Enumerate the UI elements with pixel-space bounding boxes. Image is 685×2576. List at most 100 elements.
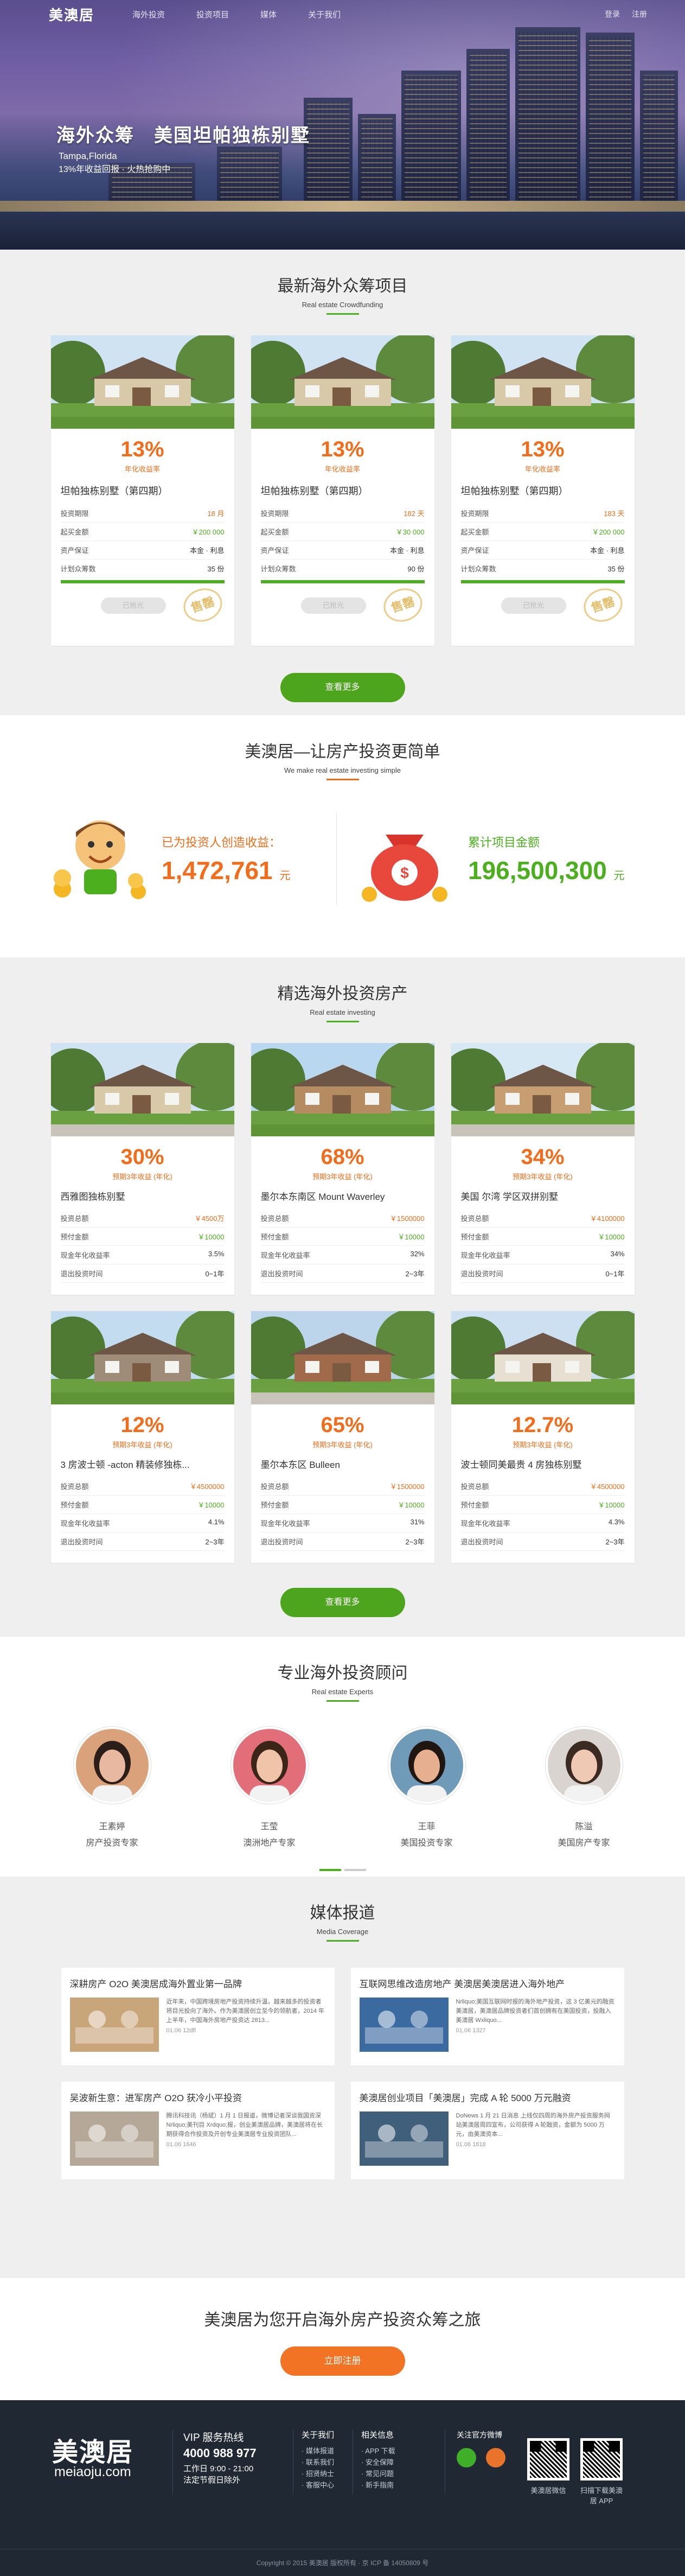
project-name[interactable]: 坦帕独栋别墅（第四期）	[461, 484, 625, 498]
view-more-button[interactable]: 查看更多	[280, 1588, 405, 1617]
property-image	[451, 1311, 635, 1404]
nav-item[interactable]: 媒体	[260, 9, 277, 20]
sold-out-button[interactable]: 已抢光	[100, 597, 166, 614]
main-nav: 海外投资 投资项目 媒体 关于我们	[132, 9, 341, 20]
crowdfunding-card[interactable]: 13% 年化收益率 坦帕独栋别墅（第四期） 投资期限 183 天起买金额 ￥200 000…	[451, 335, 635, 646]
property-name[interactable]: 西雅图独栋别墅	[61, 1189, 225, 1203]
project-detail-row: 计划众筹数 35 份	[60, 559, 225, 578]
expert-role: 房产投资专家	[86, 1839, 138, 1848]
project-name[interactable]: 坦帕独栋别墅（第四期）	[261, 484, 425, 498]
view-more-button[interactable]: 查看更多	[280, 673, 405, 702]
expert-role: 澳洲地产专家	[243, 1839, 296, 1848]
avatar	[545, 1727, 623, 1804]
crowdfunding-card[interactable]: 13% 年化收益率 坦帕独栋别墅（第四期） 投资期限 182 天起买金额 ￥30 000 资…	[251, 335, 434, 646]
property-card[interactable]: 12.7% 预期3年收益 (年化) 波士顿同美最贵 4 房独栋别墅 投资总额 ￥4500…	[451, 1311, 635, 1563]
news-title[interactable]: 深耕房产 O2O 美澳居成海外置业第一品牌	[70, 1976, 326, 1990]
expert-name: 王素婷	[99, 1822, 125, 1831]
stats-section: 美澳居—让房产投资更简单 We make real estate investi…	[0, 715, 685, 957]
nav-item[interactable]: 关于我们	[308, 9, 341, 20]
property-detail-row: 退出投资时间 2~3年	[460, 1532, 625, 1551]
news-card[interactable]: 深耕房产 O2O 美澳居成海外置业第一品牌近年来，中国跨境房地产投资持续升温，越…	[61, 1968, 335, 2065]
avatar	[388, 1727, 465, 1804]
section-subtitle: We make real estate investing simple	[284, 766, 401, 774]
return-rate-label: 年化收益率	[524, 465, 560, 473]
wechat-icon[interactable]	[457, 2448, 476, 2467]
property-name[interactable]: 波士顿同美最贵 4 房独栋别墅	[461, 1457, 625, 1471]
property-name[interactable]: 墨尔本东南区 Mount Waverley	[261, 1189, 425, 1203]
weibo-icon[interactable]	[486, 2448, 505, 2467]
money-bag-icon: $	[362, 835, 447, 902]
property-card[interactable]: 12% 预期3年收益 (年化) 3 房波士顿 -acton 精装修独栋... 投资总额…	[50, 1311, 234, 1563]
carousel-dots[interactable]	[0, 1869, 685, 1871]
section-subtitle: Media Coverage	[316, 1928, 369, 1936]
register-button[interactable]: 立即注册	[280, 2346, 405, 2376]
footer: 美澳居 meiaoju.com VIP 服务热线 4000 988 977 工作…	[0, 2400, 685, 2576]
property-image	[50, 1043, 234, 1136]
news-title[interactable]: 美澳居创业项目「美澳居」完成 A 轮 5000 万元融资	[360, 2090, 616, 2104]
property-name[interactable]: 美国 尔湾 学区双拼别墅	[461, 1189, 625, 1203]
footer-link[interactable]: · 客服中心	[302, 2479, 334, 2491]
footer-link[interactable]: · 安全保障	[361, 2457, 395, 2468]
footer-link[interactable]: · 媒体报道	[302, 2445, 334, 2457]
property-card[interactable]: 34% 预期3年收益 (年化) 美国 尔湾 学区双拼别墅 投资总额 ￥4100000 预付…	[451, 1043, 635, 1295]
earned-label: 已为投资人创造收益：	[162, 836, 281, 849]
news-excerpt: 近年来，中国跨境房地产投资持续升温，越来越多的投资者将目光投向了海外。作为美澳居…	[166, 1999, 325, 2024]
news-card[interactable]: 吴波新生意：进军房产 O2O 获冷小平投资腾讯科技讯（杨斌）1 月 1 日报道，…	[61, 2082, 335, 2179]
expert-card[interactable]: 王素婷 房产投资专家	[72, 1727, 153, 1848]
property-detail-row: 现金年化收益率 34%	[460, 1246, 625, 1264]
news-excerpt: 腾讯科技讯（杨斌）1 月 1 日报道，微博记者深谈我国资深 Nrliquo;美刊…	[166, 2113, 323, 2138]
expert-card[interactable]: 王菲 美国投资专家	[386, 1727, 468, 1848]
project-detail-row: 资产保证 本金 · 利息	[460, 541, 625, 559]
news-title[interactable]: 吴波新生意：进军房产 O2O 获冷小平投资	[70, 2090, 326, 2104]
property-card[interactable]: 65% 预期3年收益 (年化) 墨尔本东区 Bulleen 投资总额 ￥1500000 预…	[251, 1311, 434, 1563]
project-name[interactable]: 坦帕独栋别墅（第四期）	[61, 484, 225, 498]
cta-section: 美澳居为您开启海外房产投资众筹之旅 立即注册	[0, 2278, 685, 2400]
sold-out-button[interactable]: 已抢光	[501, 597, 566, 614]
total-value: 196,500,300 元	[468, 856, 625, 885]
project-detail-row: 起买金额 ￥200 000	[460, 523, 625, 541]
selected-section: 精选海外投资房产 Real estate investing 30% 预期3年收益…	[0, 957, 685, 1637]
project-detail-row: 投资期限 182 天	[260, 504, 425, 523]
footer-domain: meiaoju.com	[54, 2464, 131, 2479]
property-detail-row: 预付金额 ￥10000	[460, 1227, 625, 1246]
property-name[interactable]: 墨尔本东区 Bulleen	[261, 1457, 425, 1471]
property-name[interactable]: 3 房波士顿 -acton 精装修独栋...	[61, 1457, 225, 1471]
expert-name: 陈溢	[575, 1822, 593, 1831]
project-detail-row: 计划众筹数 90 份	[260, 559, 425, 578]
property-detail-row: 现金年化收益率 31%	[260, 1514, 425, 1532]
expert-card[interactable]: 陈溢 美国房产专家	[543, 1727, 625, 1848]
sold-out-button[interactable]: 已抢光	[300, 597, 366, 614]
nav-item[interactable]: 投资项目	[196, 9, 229, 20]
footer-link[interactable]: · 新手指南	[361, 2479, 395, 2491]
section-title: 媒体报道	[310, 1904, 375, 1922]
return-rate-label: 预期3年收益 (年化)	[312, 1441, 373, 1449]
site-logo[interactable]: 美澳居	[49, 4, 94, 24]
crowdfunding-card[interactable]: 13% 年化收益率 坦帕独栋别墅（第四期） 投资期限 18 月起买金额 ￥200 000 资…	[50, 335, 234, 646]
expert-card[interactable]: 王莹 澳洲地产专家	[229, 1727, 310, 1848]
nav-item[interactable]: 海外投资	[132, 9, 165, 20]
footer-link[interactable]: · 招贤纳士	[302, 2468, 334, 2479]
news-card[interactable]: 互联网思维改造房地产 美澳居美澳居进入海外地产 Nrliquo;美国互联网时报的海…	[350, 1968, 624, 2065]
property-detail-row: 投资总额 ￥1500000	[260, 1209, 425, 1227]
footer-info-links: 相关信息 · APP 下载 · 安全保障 · 常见问题 · 新手指南	[361, 2429, 395, 2491]
property-detail-row: 投资总额 ￥4500万	[60, 1209, 225, 1227]
sold-out-stamp: 售罄	[178, 583, 227, 627]
property-card[interactable]: 68% 预期3年收益 (年化) 墨尔本东南区 Mount Waverley 投资总额 ￥…	[251, 1043, 434, 1295]
expert-role: 美国房产专家	[558, 1839, 610, 1848]
property-image	[451, 1043, 635, 1136]
property-detail-row: 现金年化收益率 4.1%	[60, 1514, 225, 1532]
section-title: 专业海外投资顾问	[277, 1664, 408, 1682]
property-card[interactable]: 30% 预期3年收益 (年化) 西雅图独栋别墅 投资总额 ￥4500万 预付金额 ￥1000…	[50, 1043, 234, 1295]
property-detail-row: 预付金额 ￥10000	[60, 1496, 225, 1514]
return-rate: 30%	[120, 1145, 164, 1169]
news-title[interactable]: 互联网思维改造房地产 美澳居美澳居进入海外地产	[360, 1976, 616, 1990]
news-date: 01.06 1646	[166, 2141, 196, 2148]
news-card[interactable]: 美澳居创业项目「美澳居」完成 A 轮 5000 万元融资 DoNews 1 月 2…	[350, 2082, 624, 2179]
phone-number: 4000 988 977	[183, 2446, 257, 2460]
footer-link[interactable]: · 联系我们	[302, 2457, 334, 2468]
property-detail-row: 退出投资时间 2~3年	[260, 1532, 425, 1551]
footer-link[interactable]: · APP 下载	[361, 2445, 395, 2457]
footer-link[interactable]: · 常见问题	[361, 2468, 395, 2479]
svg-text:$: $	[400, 864, 409, 881]
property-image	[251, 1043, 434, 1136]
